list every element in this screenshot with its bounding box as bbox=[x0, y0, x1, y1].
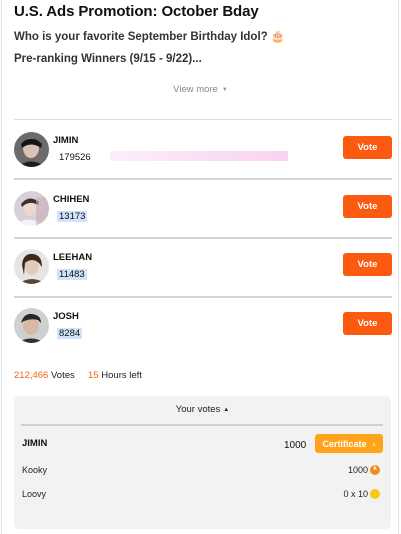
divider bbox=[14, 178, 392, 180]
total-votes-label: Votes bbox=[50, 370, 75, 381]
candidate-votes: 8284 bbox=[57, 328, 83, 339]
kooky-coin-icon: k bbox=[370, 465, 380, 475]
your-votes-title: Your votes bbox=[175, 404, 221, 415]
total-votes-number: 212,466 bbox=[14, 370, 49, 381]
candidate-name: LEEHAN bbox=[53, 252, 93, 263]
avatar-chihen bbox=[14, 191, 49, 226]
divider bbox=[14, 296, 392, 298]
currency-value-kooky: 1000 bbox=[347, 465, 368, 475]
page-title: U.S. Ads Promotion: October Bday bbox=[14, 3, 259, 20]
right-scrollbar-edge bbox=[398, 0, 399, 534]
left-border bbox=[1, 0, 2, 534]
page: U.S. Ads Promotion: October Bday Who is … bbox=[0, 0, 401, 534]
avatar-josh bbox=[14, 308, 49, 343]
vote-button-jimin[interactable]: Vote bbox=[343, 136, 392, 159]
candidate-votes: 179526 bbox=[59, 152, 91, 163]
vote-progress-bar bbox=[110, 151, 288, 161]
candidate-row-chihen: CHIHEN 13173 Vote bbox=[14, 190, 392, 230]
currency-label-loovy: Loovy bbox=[22, 489, 47, 499]
loovy-coin-icon bbox=[370, 489, 380, 499]
candidate-row-leehan: LEEHAN 11483 Vote bbox=[14, 248, 392, 288]
candidate-name: JIMIN bbox=[53, 135, 79, 146]
vote-button-leehan[interactable]: Vote bbox=[343, 253, 392, 276]
caret-down-icon: ▼ bbox=[221, 87, 228, 93]
currency-label-kooky: Kooky bbox=[22, 465, 48, 475]
view-more-label: View more bbox=[173, 84, 218, 95]
candidate-name: JOSH bbox=[53, 311, 79, 322]
view-more-link[interactable]: View more ▼ bbox=[0, 84, 401, 95]
voted-count: 1000 bbox=[284, 440, 307, 451]
preranking-text: Pre-ranking Winners (9/15 - 9/22)... bbox=[14, 53, 202, 65]
kooky-coin-letter: k bbox=[373, 466, 377, 472]
vote-button-chihen[interactable]: Vote bbox=[343, 195, 392, 218]
avatar-leehan bbox=[14, 249, 49, 284]
candidate-votes: 11483 bbox=[57, 269, 87, 280]
candidate-row-josh: JOSH 8284 Vote bbox=[14, 307, 392, 347]
certificate-button[interactable]: Certificate › bbox=[315, 434, 383, 453]
hours-left-number: 15 bbox=[88, 370, 99, 381]
certificate-label: Certificate bbox=[322, 438, 367, 449]
vote-totals: 212,466 Votes 15 Hours left bbox=[14, 370, 142, 381]
divider bbox=[14, 237, 392, 239]
panel-divider bbox=[21, 424, 383, 426]
your-votes-toggle[interactable]: Your votes ▲ bbox=[14, 404, 391, 415]
cake-icon: 🎂 bbox=[270, 31, 286, 43]
candidate-votes: 13173 bbox=[57, 211, 88, 222]
hours-left-label: Hours left bbox=[101, 370, 142, 381]
caret-up-icon: ▲ bbox=[223, 407, 230, 413]
chevron-right-icon: › bbox=[372, 438, 376, 449]
your-votes-panel: Your votes ▲ JIMIN 1000 Certificate › Kook… bbox=[14, 396, 391, 529]
candidate-row-jimin: JIMIN 179526 Vote bbox=[14, 131, 392, 171]
candidate-name: CHIHEN bbox=[53, 194, 90, 205]
divider bbox=[14, 119, 392, 120]
poll-question: Who is your favorite September Birthday … bbox=[14, 29, 285, 43]
currency-value-loovy: 0 x 10 bbox=[343, 489, 368, 499]
voted-idol-name: JIMIN bbox=[22, 438, 48, 449]
vote-button-josh[interactable]: Vote bbox=[343, 312, 392, 335]
poll-question-text: Who is your favorite September Birthday … bbox=[14, 31, 268, 43]
avatar-jimin bbox=[14, 132, 49, 167]
